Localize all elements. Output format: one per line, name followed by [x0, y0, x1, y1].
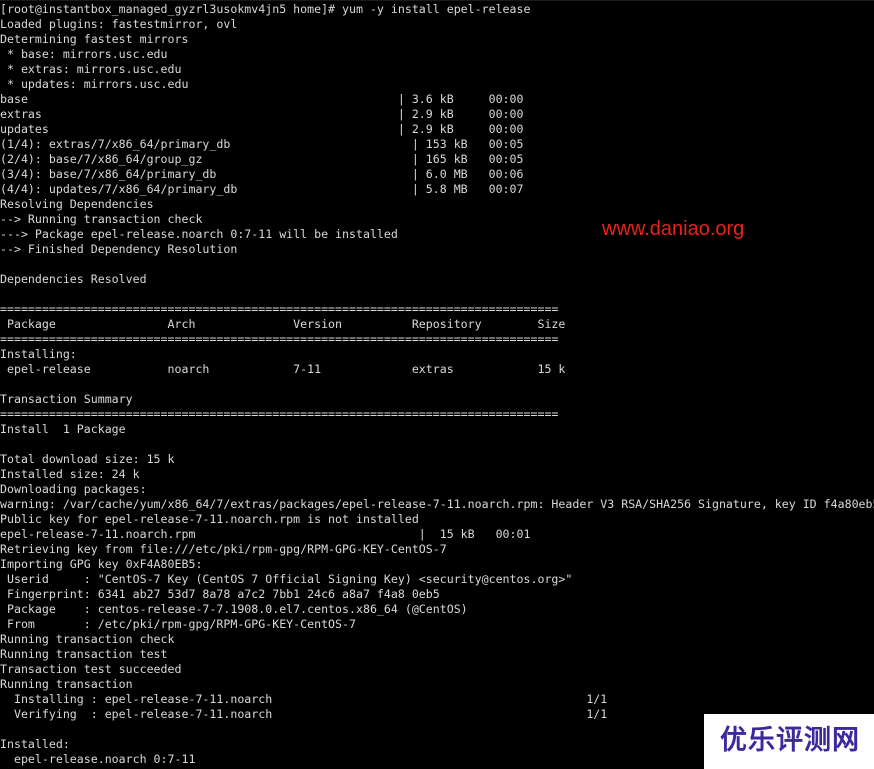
terminal-line: Downloading packages: [0, 482, 147, 496]
terminal-line: (2/4): base/7/x86_64/group_gz | 165 kB 0… [0, 152, 524, 166]
terminal-line: Resolving Dependencies [0, 197, 154, 211]
terminal-line: epel-release noarch 7-11 extras 15 k [0, 362, 566, 376]
terminal-line: Transaction Summary [0, 392, 133, 406]
terminal-line: Installing : epel-release-7-11.noarch 1/… [0, 692, 608, 706]
watermark-url: www.daniao.org [602, 218, 745, 240]
terminal-line: Running transaction check [0, 632, 175, 646]
terminal-line: --> Finished Dependency Resolution [0, 242, 238, 256]
terminal-line: Running transaction [0, 677, 133, 691]
terminal-line: Package : centos-release-7-7.1908.0.el7.… [0, 602, 468, 616]
terminal-line: warning: /var/cache/yum/x86_64/7/extras/… [0, 497, 874, 511]
terminal-line: updates | 2.9 kB 00:00 [0, 122, 524, 136]
terminal-line: epel-release-7-11.noarch.rpm | 15 kB 00:… [0, 527, 531, 541]
terminal-line: Transaction test succeeded [0, 662, 182, 676]
terminal-line: ========================================… [0, 302, 559, 316]
terminal-line: * updates: mirrors.usc.edu [0, 77, 189, 91]
terminal-line: * extras: mirrors.usc.edu [0, 62, 182, 76]
terminal-line: (1/4): extras/7/x86_64/primary_db | 153 … [0, 137, 524, 151]
brand-text: 优乐评测网 [720, 725, 860, 756]
terminal-line: Importing GPG key 0xF4A80EB5: [0, 557, 203, 571]
terminal-line: Installed size: 24 k [0, 467, 140, 481]
terminal-window[interactable]: [root@instantbox_managed_gyzrl3usokmv4jn… [0, 0, 874, 769]
brand-watermark: 优乐评测网 [704, 714, 874, 769]
terminal-line: Dependencies Resolved [0, 272, 147, 286]
terminal-line: Retrieving key from file:///etc/pki/rpm-… [0, 542, 447, 556]
terminal-line: ========================================… [0, 407, 559, 421]
terminal-line: (4/4): updates/7/x86_64/primary_db | 5.8… [0, 182, 524, 196]
terminal-line: Total download size: 15 k [0, 452, 175, 466]
terminal-line: * base: mirrors.usc.edu [0, 47, 168, 61]
terminal-line: Fingerprint: 6341 ab27 53d7 8a78 a7c2 7b… [0, 587, 440, 601]
terminal-line: Package Arch Version Repository Size [0, 317, 566, 331]
terminal-line: extras | 2.9 kB 00:00 [0, 107, 524, 121]
terminal-top-edge [0, 0, 874, 1]
terminal-line: ========================================… [0, 332, 559, 346]
terminal-line: [root@instantbox_managed_gyzrl3usokmv4jn… [0, 2, 531, 16]
terminal-line: Loaded plugins: fastestmirror, ovl [0, 17, 238, 31]
terminal-line: Public key for epel-release-7-11.noarch.… [0, 512, 419, 526]
terminal-line: Determining fastest mirrors [0, 32, 189, 46]
terminal-line: Install 1 Package [0, 422, 126, 436]
terminal-line: base | 3.6 kB 00:00 [0, 92, 524, 106]
terminal-line: (3/4): base/7/x86_64/primary_db | 6.0 MB… [0, 167, 524, 181]
terminal-line: From : /etc/pki/rpm-gpg/RPM-GPG-KEY-Cent… [0, 617, 356, 631]
terminal-line: Running transaction test [0, 647, 168, 661]
terminal-line: Installing: [0, 347, 77, 361]
terminal-line: Userid : "CentOS-7 Key (CentOS 7 Officia… [0, 572, 573, 586]
